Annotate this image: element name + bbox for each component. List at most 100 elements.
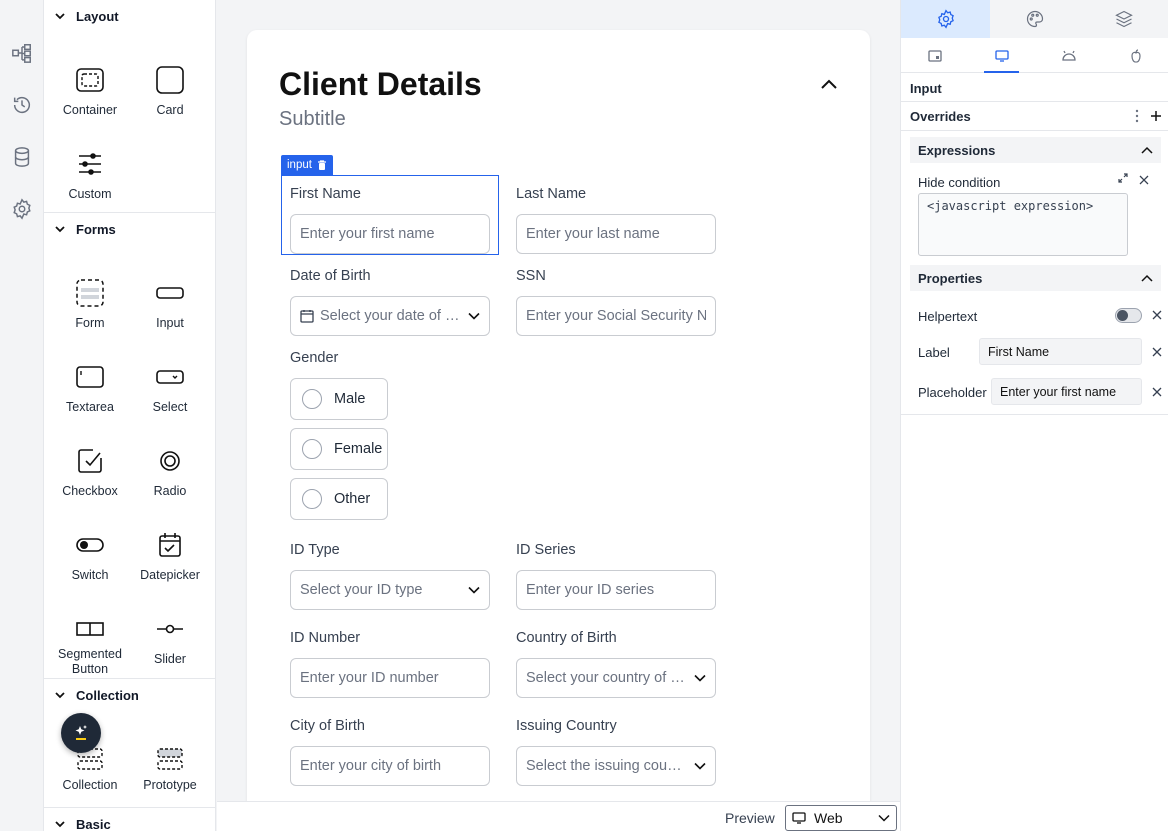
id-series-input[interactable]: Enter your ID series [516, 570, 716, 610]
dob-datepicker[interactable]: Select your date of birth [290, 296, 490, 336]
trash-icon[interactable] [317, 159, 327, 171]
id-type-select[interactable]: Select your ID type [290, 570, 490, 610]
close-icon[interactable] [1152, 387, 1162, 397]
section-collection-label: Collection [76, 687, 139, 703]
first-name-input[interactable]: Enter your first name [290, 214, 490, 254]
palette-item-checkbox[interactable]: Checkbox [50, 446, 130, 499]
hide-condition-editor[interactable]: <javascript expression> [918, 193, 1128, 256]
id-number-input[interactable]: Enter your ID number [290, 658, 490, 698]
history-icon[interactable] [7, 90, 37, 120]
palette-item-radio[interactable]: Radio [130, 446, 210, 499]
tab-platform-tablet[interactable] [901, 38, 968, 73]
palette-item-datepicker[interactable]: Datepicker [130, 530, 210, 583]
palette-item-label: Checkbox [62, 484, 118, 498]
palette-item-form[interactable]: Form [50, 278, 130, 331]
placeholder-prop-input[interactable]: Enter your first name [991, 378, 1142, 405]
field-label: Gender [290, 350, 339, 366]
prototype-icon [155, 744, 185, 774]
tab-platform-android[interactable] [1035, 38, 1102, 73]
issuing-country-field: Issuing Country Select the issuing count… [516, 718, 716, 786]
tab-layers[interactable] [1080, 0, 1168, 38]
input-icon [155, 278, 185, 308]
palette-item-segmented-button[interactable]: Segmented Button [50, 614, 130, 677]
close-icon[interactable] [1152, 310, 1162, 320]
section-basic-header[interactable]: Basic [44, 809, 215, 831]
hide-condition-label: Hide condition [918, 175, 1001, 190]
selected-element-tag[interactable]: input [281, 155, 333, 175]
close-icon[interactable] [1152, 347, 1162, 357]
apple-icon [1130, 48, 1141, 63]
card-title: Client Details [279, 66, 482, 102]
database-icon[interactable] [7, 142, 37, 172]
gender-option-other[interactable]: Other [290, 478, 388, 520]
palette-item-slider[interactable]: Slider [130, 614, 210, 667]
section-forms-header[interactable]: Forms [44, 214, 215, 244]
tab-platform-web[interactable] [968, 38, 1035, 73]
section-layout-header[interactable]: Layout [44, 1, 215, 31]
tablet-icon [927, 49, 942, 62]
expand-icon[interactable] [1118, 173, 1128, 183]
settings-icon[interactable] [7, 194, 37, 224]
divider [901, 130, 1168, 131]
gender-field: Gender [290, 350, 490, 370]
first-name-field: First Name Enter your first name [290, 186, 490, 254]
more-vertical-icon[interactable] [1135, 109, 1139, 123]
tab-platform-ios[interactable] [1102, 38, 1168, 73]
ssn-input[interactable]: Enter your Social Security Number [516, 296, 716, 336]
palette-item-collection[interactable]: Collection [50, 744, 130, 793]
container-icon [75, 65, 105, 95]
properties-section-header[interactable]: Properties [910, 265, 1161, 291]
expressions-section-header[interactable]: Expressions [910, 137, 1161, 163]
chevron-down-icon [694, 762, 706, 770]
gender-option-female[interactable]: Female [290, 428, 388, 470]
palette-item-input[interactable]: Input [130, 278, 210, 331]
card-icon [155, 65, 185, 95]
client-details-card[interactable]: Client Details Subtitle input First Name… [247, 30, 870, 820]
plus-icon[interactable] [1150, 110, 1162, 122]
section-collection-header[interactable]: Collection [44, 680, 215, 710]
preview-platform-select[interactable]: Web [785, 805, 897, 831]
helpertext-label: Helpertext [918, 309, 978, 324]
palette-item-textarea[interactable]: Textarea [50, 362, 130, 415]
properties-panel: Input Overrides Expressions Hide conditi… [900, 0, 1168, 831]
field-label: First Name [290, 186, 361, 202]
card-subtitle: Subtitle [279, 108, 346, 130]
ai-assistant-button[interactable] [61, 713, 101, 753]
id-type-field: ID Type Select your ID type [290, 542, 490, 610]
gender-option-male[interactable]: Male [290, 378, 388, 420]
chevron-down-icon [694, 674, 706, 682]
field-label: ID Type [290, 542, 340, 558]
chevron-up-icon[interactable] [819, 76, 839, 92]
palette-item-prototype[interactable]: Prototype [130, 744, 210, 793]
field-label: ID Number [290, 630, 361, 646]
palette-item-container[interactable]: Container [50, 65, 130, 118]
issuing-country-select[interactable]: Select the issuing country [516, 746, 716, 786]
radio-icon [155, 446, 185, 476]
tree-icon[interactable] [7, 38, 37, 68]
chevron-down-icon [55, 692, 65, 699]
palette-item-custom[interactable]: Custom [50, 149, 130, 202]
tab-settings[interactable] [901, 0, 991, 38]
sparkle-icon [75, 725, 87, 740]
last-name-input[interactable]: Enter your last name [516, 214, 716, 254]
selected-tag-label: input [287, 159, 312, 171]
city-of-birth-field: City of Birth Enter your city of birth [290, 718, 490, 786]
preview-select-value: Web [814, 810, 843, 826]
city-of-birth-input[interactable]: Enter your city of birth [290, 746, 490, 786]
palette-item-card[interactable]: Card [130, 65, 210, 118]
country-of-birth-field: Country of Birth Select your country of … [516, 630, 716, 698]
helpertext-toggle[interactable] [1115, 308, 1142, 323]
label-prop-input[interactable]: First Name [979, 338, 1142, 365]
tab-styles[interactable] [990, 0, 1079, 38]
field-label: ID Series [516, 542, 576, 558]
chevron-down-icon [55, 821, 65, 828]
checkbox-icon [75, 446, 105, 476]
palette-item-switch[interactable]: Switch [50, 530, 130, 583]
expressions-label: Expressions [918, 142, 996, 158]
palette-item-label: Switch [71, 568, 109, 582]
chevron-down-icon [878, 814, 890, 822]
country-of-birth-select[interactable]: Select your country of birth [516, 658, 716, 698]
section-basic-label: Basic [76, 816, 111, 831]
palette-item-select[interactable]: Select [130, 362, 210, 415]
close-icon[interactable] [1139, 175, 1149, 185]
